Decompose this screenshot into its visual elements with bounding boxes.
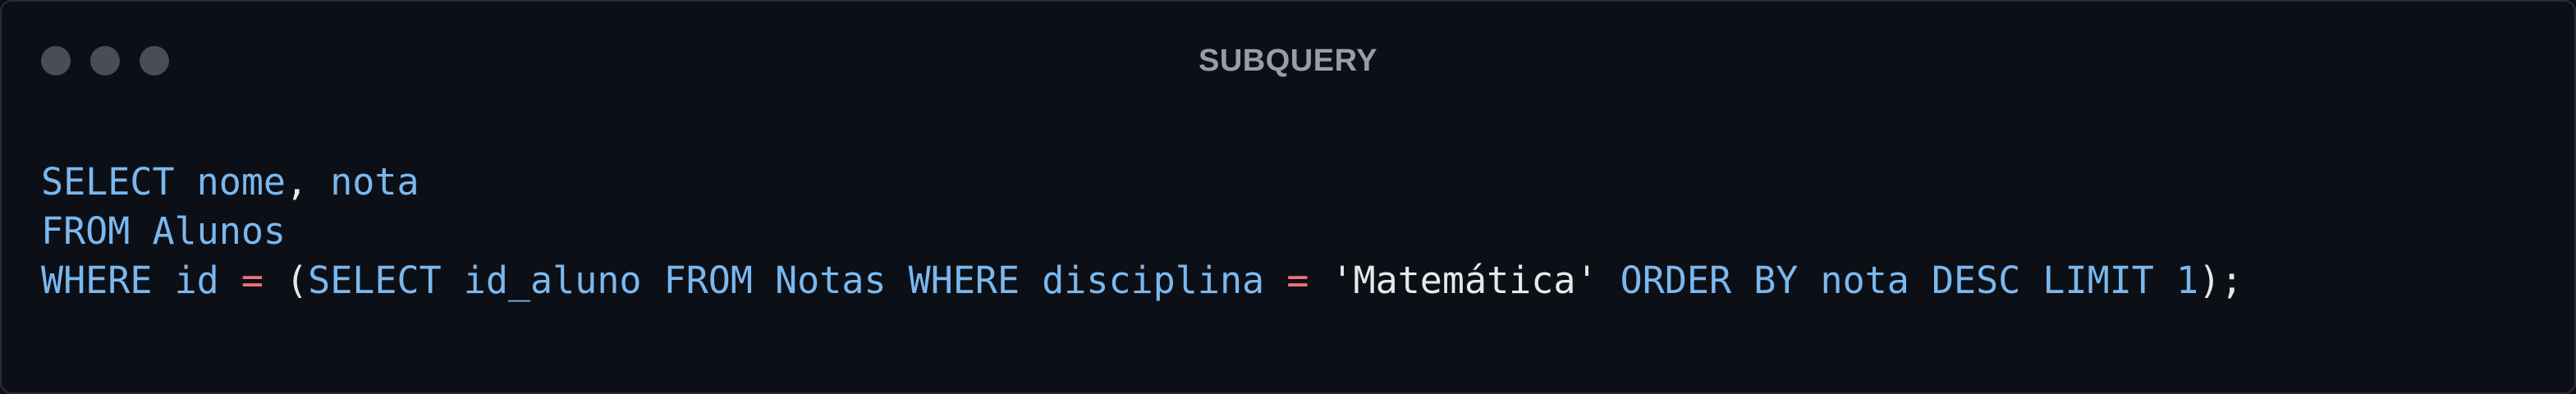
- code-token-pn: [442, 259, 464, 302]
- code-token-pn: [1264, 259, 1286, 302]
- code-token-kw: FROM: [41, 209, 131, 253]
- window-title: SUBQUERY: [1199, 44, 1377, 78]
- code-token-kw: WHERE: [41, 259, 153, 302]
- code-token-pn: [130, 209, 152, 253]
- code-line: WHERE id = (SELECT id_aluno FROM Notas W…: [41, 256, 2243, 305]
- code-token-id: Alunos: [152, 209, 286, 253]
- code-token-str: 'Matemática': [1331, 259, 1598, 302]
- code-token-pn: [1798, 259, 1820, 302]
- code-token-op: =: [241, 259, 264, 302]
- code-block: SELECT nome, nota FROM Alunos WHERE id = (…: [41, 158, 2243, 305]
- code-token-pn: [175, 160, 197, 204]
- code-token-op: =: [1286, 259, 1309, 302]
- code-token-pn: (: [263, 259, 309, 302]
- code-token-pn: [2154, 259, 2176, 302]
- code-line: FROM Alunos: [41, 207, 2243, 256]
- code-token-kw: SELECT: [308, 259, 442, 302]
- code-token-kw: WHERE: [908, 259, 1020, 302]
- code-token-kw: LIMIT: [2042, 259, 2154, 302]
- code-token-pn: [642, 259, 664, 302]
- code-token-kw: SELECT: [41, 160, 175, 204]
- code-token-kw: DESC: [1931, 259, 2021, 302]
- code-token-pn: [753, 259, 775, 302]
- code-window: SUBQUERY SELECT nome, nota FROM Alunos WHE…: [0, 0, 2576, 394]
- code-line: SELECT nome, nota: [41, 158, 2243, 207]
- code-token-id: id_aluno: [463, 259, 642, 302]
- code-token-pn: [1309, 259, 1331, 302]
- code-token-kw: ORDER BY: [1620, 259, 1799, 302]
- code-token-pn: [219, 259, 241, 302]
- code-token-pn: [1020, 259, 1042, 302]
- code-token-id: nota: [1820, 259, 1909, 302]
- code-token-pn: [1598, 259, 1620, 302]
- code-token-id: id: [174, 259, 219, 302]
- code-token-num: 1: [2175, 259, 2199, 302]
- code-token-pn: );: [2198, 259, 2244, 302]
- code-token-pn: [887, 259, 909, 302]
- window-titlebar: SUBQUERY: [2, 2, 2574, 121]
- code-token-id: nota: [330, 160, 419, 204]
- code-token-id: nome: [196, 160, 286, 204]
- code-token-id: disciplina: [1042, 259, 1265, 302]
- code-token-pn: [2020, 259, 2042, 302]
- code-token-pn: [1909, 259, 1932, 302]
- code-token-pn: [152, 259, 174, 302]
- code-token-id: Notas: [775, 259, 887, 302]
- code-token-pn: ,: [286, 160, 331, 204]
- code-token-kw: FROM: [663, 259, 753, 302]
